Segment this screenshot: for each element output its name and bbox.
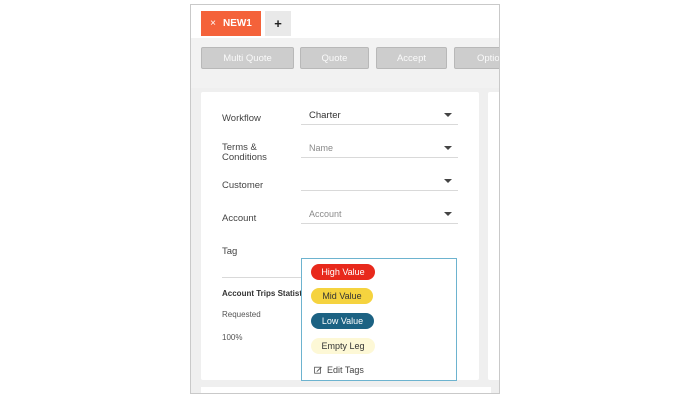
app-window: × NEW1 + Multi Quote Quote Accept Option… — [190, 4, 500, 394]
customer-label: Customer — [222, 180, 264, 191]
account-select[interactable]: Account — [301, 205, 458, 224]
workflow-label: Workflow — [222, 113, 261, 124]
multi-quote-button[interactable]: Multi Quote — [201, 47, 294, 69]
quote-button[interactable]: Quote — [300, 47, 369, 69]
accept-button[interactable]: Accept — [376, 47, 447, 69]
workflow-select[interactable]: Charter — [301, 106, 458, 125]
chevron-down-icon — [444, 212, 452, 216]
customer-select[interactable] — [301, 172, 458, 191]
add-tab-button[interactable]: + — [265, 11, 291, 36]
bottom-card — [201, 387, 491, 393]
chevron-down-icon — [444, 146, 452, 150]
chevron-down-icon — [444, 179, 452, 183]
toolbar: Multi Quote Quote Accept Options — [191, 38, 499, 88]
requested-value: 100% — [222, 333, 243, 342]
edit-icon — [314, 366, 322, 374]
close-icon[interactable]: × — [210, 18, 216, 29]
edit-tags-link[interactable]: Edit Tags — [314, 365, 364, 375]
account-stats-title: Account Trips Statistics — [222, 289, 314, 298]
tag-label: Tag — [222, 246, 238, 257]
account-label: Account — [222, 213, 257, 224]
requested-label: Requested — [222, 310, 261, 319]
tab-new1[interactable]: × NEW1 — [201, 11, 261, 36]
tag-option-mid-value[interactable]: Mid Value — [311, 288, 373, 304]
terms-placeholder: Name — [309, 143, 334, 153]
chevron-down-icon — [444, 113, 452, 117]
tab-label: NEW1 — [222, 18, 252, 29]
divider — [222, 277, 302, 278]
tag-option-low-value[interactable]: Low Value — [311, 313, 374, 329]
workflow-value: Charter — [309, 110, 341, 121]
edit-tags-label: Edit Tags — [327, 365, 364, 375]
tag-dropdown-menu: High Value Mid Value Low Value Empty Leg… — [301, 258, 457, 381]
tag-option-empty-leg[interactable]: Empty Leg — [311, 338, 375, 354]
terms-select[interactable]: Name — [301, 139, 458, 158]
tab-bar: × NEW1 + — [191, 5, 499, 38]
tag-option-high-value[interactable]: High Value — [311, 264, 375, 280]
side-card — [488, 92, 499, 380]
account-placeholder: Account — [309, 209, 342, 219]
options-button[interactable]: Options — [454, 47, 499, 69]
terms-label: Terms & Conditions — [222, 142, 267, 163]
